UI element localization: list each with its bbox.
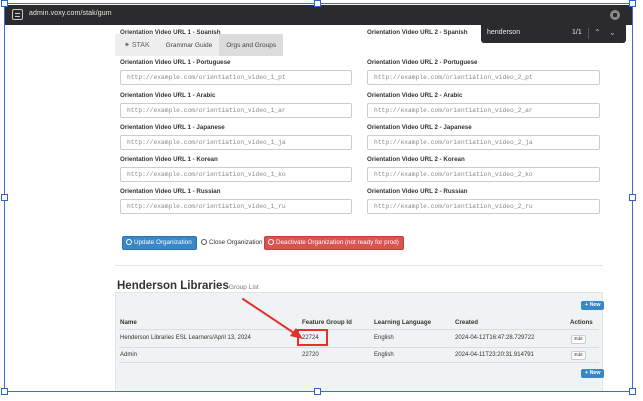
group-list-panel [115, 292, 603, 391]
edit-button[interactable]: Edit [571, 351, 586, 360]
label-url2-russian: Orientation Video URL 2 - Russian [367, 188, 468, 195]
label-url2-spanish: Orientation Video URL 2 - Spanish [367, 29, 468, 36]
stak-logo[interactable]: ⁕ STAK [115, 34, 159, 56]
label-url2-portuguese: Orientation Video URL 2 - Portuguese [367, 59, 478, 66]
find-match-count: 1/1 [572, 29, 582, 36]
brand-label: STAK [131, 41, 150, 49]
circle-dot-icon [201, 239, 207, 245]
table-cell-feature-group-id: 22720 [302, 352, 319, 358]
table-cell-created: 2024-04-11T23:20:31.914791 [455, 352, 534, 358]
chevron-up-icon[interactable]: ⌃ [594, 28, 601, 38]
label-url1-arabic: Orientation Video URL 1 - Arabic [120, 92, 216, 99]
red-arrow [242, 298, 303, 339]
table-cell-name[interactable]: Admin [120, 352, 137, 358]
input-url1-portuguese[interactable]: http://example.com/orientiation_video_1_… [120, 70, 352, 85]
label-url1-portuguese: Orientation Video URL 1 - Portuguese [120, 59, 231, 66]
input-url1-arabic[interactable]: http://example.com/orientiation_video_1_… [120, 103, 352, 118]
column-header-name: Name [120, 319, 137, 326]
label-url1-russian: Orientation Video URL 1 - Russian [120, 188, 221, 195]
resize-handle-top-right[interactable] [629, 0, 636, 7]
table-header-divider [119, 329, 599, 330]
find-input[interactable]: henderson [487, 29, 520, 36]
tab-orgs-and-groups[interactable]: Orgs and Groups [219, 34, 284, 56]
find-separator [588, 28, 589, 39]
label-url1-korean: Orientation Video URL 1 - Korean [120, 156, 218, 163]
site-settings-icon[interactable] [12, 9, 23, 20]
table-cell-language: English [374, 352, 394, 358]
close-organization-label: Close Organization [209, 239, 263, 246]
chevron-down-icon[interactable]: ⌄ [609, 28, 616, 38]
input-url1-russian[interactable]: http://example.com/orientiation_video_1_… [120, 199, 352, 214]
resize-handle-bottom-left[interactable] [1, 388, 8, 395]
close-organization-button[interactable]: Close Organization [199, 236, 267, 250]
label-url2-arabic: Orientation Video URL 2 - Arabic [367, 92, 463, 99]
label-url1-japanese: Orientation Video URL 1 - Japanese [120, 124, 225, 131]
column-header-actions: Actions [570, 319, 593, 326]
input-url2-portuguese[interactable]: http://example.com/orientiation_video_2_… [367, 70, 600, 85]
resize-handle-top-left[interactable] [1, 0, 8, 7]
browser-address-bar: admin.voxy.com/stak/gum [5, 5, 632, 25]
label-url2-japanese: Orientation Video URL 2 - Japanese [367, 124, 472, 131]
resize-handle-middle-right[interactable] [629, 194, 636, 201]
nav-tabs: ⁕ STAK Grammar Guide Orgs and Groups [115, 34, 284, 56]
input-url2-russian[interactable]: http://example.com/orientiation_video_2_… [367, 199, 600, 214]
deactivate-organization-label: Deactivate Organization (not ready for p… [276, 239, 399, 246]
resize-handle-top-middle[interactable] [314, 0, 321, 7]
input-url1-korean[interactable]: http://example.com/orientiation_video_1_… [120, 167, 352, 182]
table-row-divider [119, 362, 599, 363]
page-content: Orientation Video URL 1 - Spanish Orient… [5, 25, 632, 391]
table-cell-name[interactable]: Henderson Libraries ESL Learners/April 1… [120, 335, 251, 341]
extension-icon[interactable] [610, 10, 620, 20]
org-name: Henderson Libraries [117, 280, 229, 292]
column-header-created: Created [455, 319, 479, 326]
update-organization-label: Update Organization [134, 239, 192, 246]
column-header-learning-language: Learning Language [374, 319, 432, 326]
deactivate-organization-button[interactable]: Deactivate Organization (not ready for p… [264, 236, 404, 250]
table-cell-created: 2024-04-12T16:47:28.729722 [455, 335, 535, 341]
url-text[interactable]: admin.voxy.com/stak/gum [29, 10, 112, 17]
stak-logo-icon: ⁕ [124, 42, 130, 49]
find-bar: henderson 1/1 ⌃ ⌄ [481, 24, 626, 43]
circle-arrow-up-icon [126, 239, 132, 245]
group-list-subtitle: Group List [228, 284, 259, 291]
resize-handle-bottom-middle[interactable] [314, 388, 321, 395]
edit-button[interactable]: Edit [571, 335, 586, 344]
input-url1-japanese[interactable]: http://example.com/orientiation_video_1_… [120, 135, 352, 150]
tab-grammar-guide[interactable]: Grammar Guide [159, 34, 220, 56]
input-url2-arabic[interactable]: http://example.com/orientiation_video_2_… [367, 103, 600, 118]
label-url2-korean: Orientation Video URL 2 - Korean [367, 156, 465, 163]
input-url2-japanese[interactable]: http://example.com/orientiation_video_2_… [367, 135, 600, 150]
input-url2-korean[interactable]: http://example.com/orientiation_video_2_… [367, 167, 600, 182]
table-cell-language: English [374, 335, 394, 341]
resize-handle-middle-left[interactable] [1, 194, 8, 201]
section-divider [115, 265, 603, 266]
ban-icon [268, 239, 274, 245]
new-group-button-top[interactable]: + New [581, 301, 605, 310]
resize-handle-bottom-right[interactable] [629, 388, 636, 395]
new-group-button-bottom[interactable]: + New [581, 369, 605, 378]
update-organization-button[interactable]: Update Organization [122, 236, 197, 250]
table-row-divider [119, 347, 599, 348]
